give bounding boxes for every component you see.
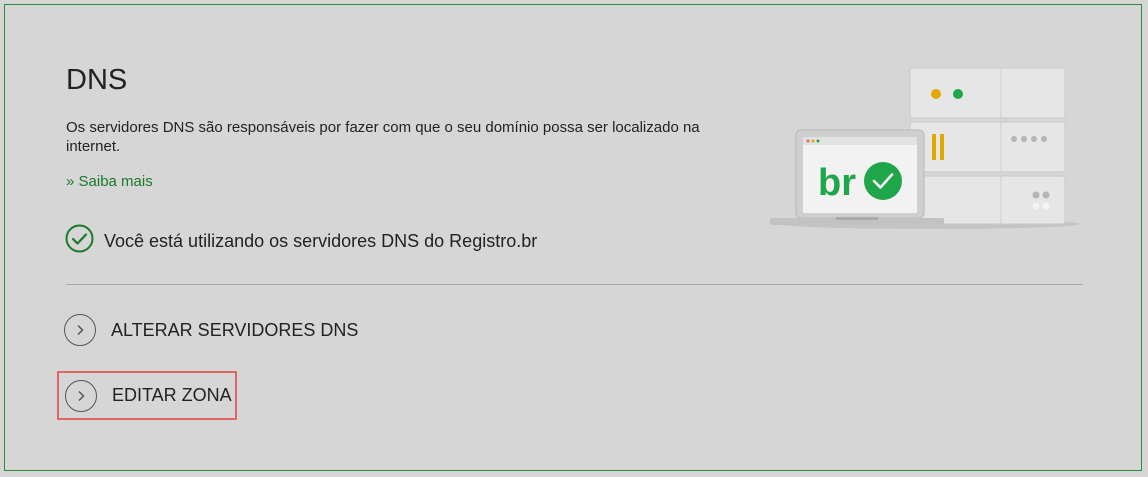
dns-description: Os servidores DNS são responsáveis por f… <box>66 119 700 155</box>
check-circle-icon <box>65 224 94 258</box>
dns-status-text: Você está utilizando os servidores DNS d… <box>104 230 538 251</box>
br-logo: br <box>818 162 856 204</box>
learn-more-link[interactable]: » Saiba mais <box>66 173 153 190</box>
change-dns-servers-label: ALTERAR SERVIDORES DNS <box>111 319 359 340</box>
page-title: DNS <box>66 64 128 96</box>
dns-server-illustration: br <box>770 66 1085 236</box>
dns-status: Você está utilizando os servidores DNS d… <box>65 224 537 258</box>
edit-zone-label: EDITAR ZONA <box>112 385 232 405</box>
divider <box>66 284 1083 285</box>
edit-zone-button[interactable]: EDITAR ZONA <box>57 371 237 420</box>
change-dns-servers-button[interactable]: ALTERAR SERVIDORES DNS <box>64 314 358 346</box>
chevron-right-icon <box>65 379 97 412</box>
chevron-right-icon <box>64 314 96 346</box>
